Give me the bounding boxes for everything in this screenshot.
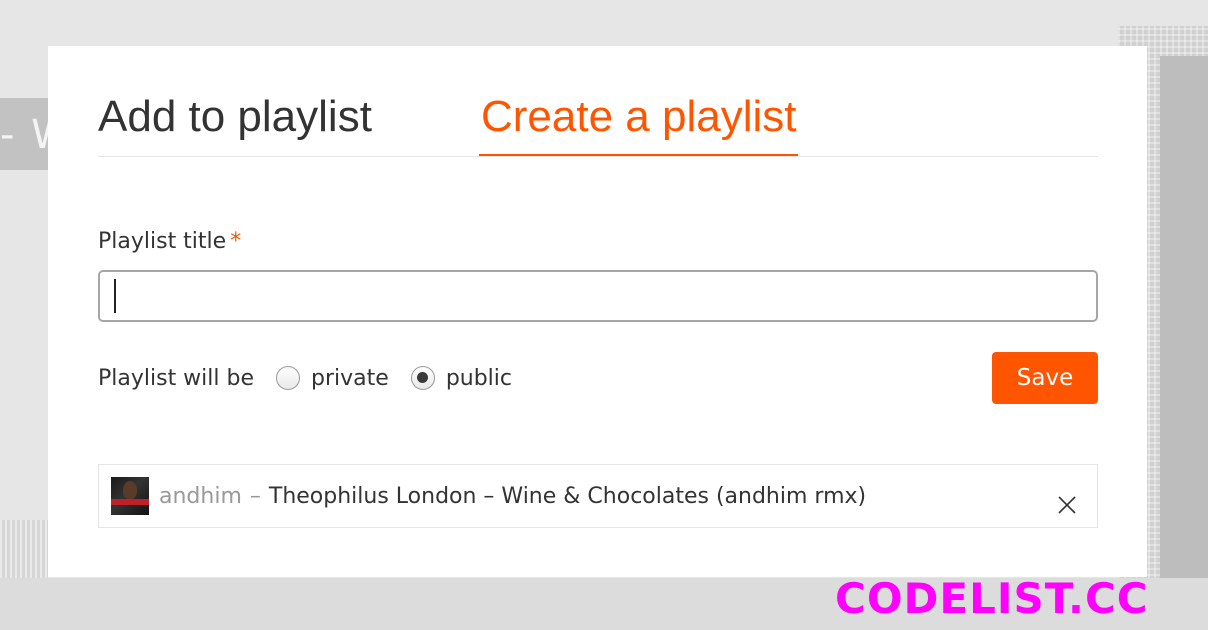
add-to-playlist-modal: Add to playlist Create a playlist Playli… [48,46,1147,577]
public-radio[interactable] [410,366,435,390]
public-label[interactable]: public [446,366,512,391]
album-artwork-icon [111,477,149,515]
tab-create-playlist[interactable]: Create a playlist [479,90,799,156]
privacy-label: Playlist will be [98,365,255,391]
track-user: andhim [159,483,242,509]
save-button[interactable]: Save [992,352,1098,404]
modal-tabs: Add to playlist Create a playlist [98,90,1098,157]
tab-add-to-playlist[interactable]: Add to playlist [98,90,372,156]
track-title: Theophilus London – Wine & Chocolates (a… [268,483,867,509]
text-cursor [114,279,116,313]
privacy-option-public[interactable]: public [410,366,512,391]
private-label[interactable]: private [311,366,389,391]
track-list-item: andhim – Theophilus London – Wine & Choc… [98,464,1098,528]
privacy-setting: Playlist will be private public [98,362,534,394]
playlist-title-input[interactable] [98,270,1098,322]
private-radio[interactable] [276,366,301,390]
watermark-text: CODELIST.CC [835,574,1149,623]
privacy-option-private[interactable]: private [276,366,389,391]
required-marker: * [230,229,242,254]
track-separator: – [249,483,261,509]
background-panel-right [1160,56,1208,630]
playlist-title-label-text: Playlist title [98,229,227,254]
close-icon[interactable] [1055,493,1079,517]
playlist-title-label: Playlist title * [98,228,241,256]
